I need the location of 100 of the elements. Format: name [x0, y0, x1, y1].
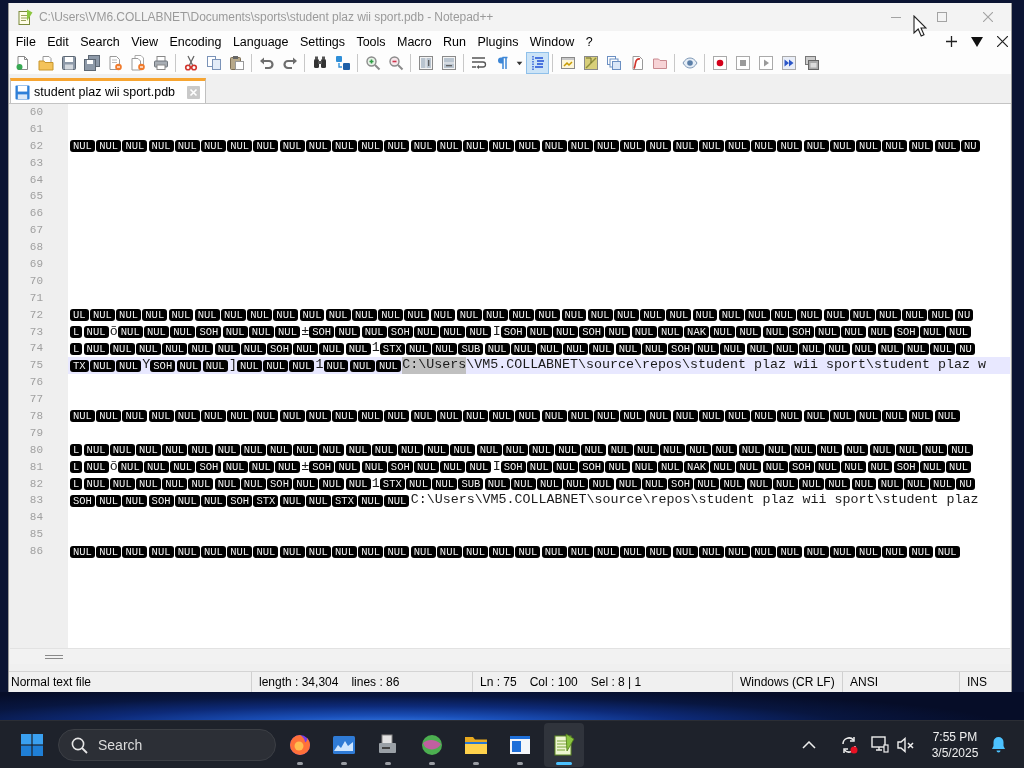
indent-guide-button[interactable] — [526, 52, 549, 74]
control-char-token: NUL — [201, 545, 226, 558]
zoom-out-icon — [387, 55, 404, 71]
menu-item[interactable]: Encoding — [163, 34, 228, 49]
caret-icon[interactable] — [971, 36, 983, 47]
control-char-token: NUL — [248, 326, 274, 338]
control-char-token: NUL — [148, 140, 174, 153]
bell-icon[interactable] — [991, 736, 1006, 753]
control-char-token: SOH — [196, 326, 222, 338]
menu-item[interactable]: Window — [524, 34, 580, 49]
code-text: ] — [228, 357, 237, 375]
control-char-token: NUL — [745, 309, 770, 322]
control-char-token: SUB — [458, 342, 484, 355]
control-char-token: NUL — [482, 309, 508, 322]
pages-badge-icon — [129, 55, 146, 71]
menu-item[interactable]: ? — [579, 34, 599, 49]
control-char-token: NUL — [279, 410, 305, 423]
file-tab[interactable]: student plaz wii sport.pdb — [10, 78, 207, 103]
control-char-token: NUL — [406, 478, 431, 491]
control-char-token: NUL — [672, 545, 698, 558]
plus-icon[interactable] — [946, 36, 957, 47]
sync-badge-icon[interactable] — [840, 735, 858, 754]
control-char-token: NUL — [83, 478, 109, 491]
control-char-token: NUL — [414, 461, 439, 474]
control-char-token: NUL — [466, 326, 492, 338]
line-number: 76 — [28, 375, 44, 391]
control-char-token: NUL — [771, 309, 797, 322]
play-icon — [757, 55, 774, 71]
control-char-token: NUL — [882, 545, 908, 558]
search-field[interactable]: Search — [58, 728, 276, 761]
control-char-token: NUL — [414, 326, 439, 338]
notepad-icon — [17, 9, 33, 25]
control-char-token: NUL — [83, 461, 109, 474]
control-char-token: NUL — [275, 326, 300, 338]
control-char-token: NUL — [109, 478, 135, 491]
control-char-token: NUL — [803, 140, 829, 153]
control-char-token: NUL — [227, 545, 253, 558]
stop-icon — [734, 55, 751, 71]
menu-item[interactable]: Macro — [391, 34, 438, 49]
chevron-up-icon[interactable] — [802, 740, 816, 749]
folder-page-icon — [37, 55, 54, 71]
control-char-token: NUL — [202, 359, 228, 372]
menu-item[interactable]: File — [10, 34, 42, 49]
eye-icon — [681, 55, 698, 71]
menu-item[interactable]: Run — [437, 34, 472, 49]
menu-item[interactable]: Tools — [350, 34, 392, 49]
control-char-token: NUL — [799, 478, 824, 491]
control-char-token: NUL — [450, 444, 476, 457]
undo-arrow-icon — [258, 55, 275, 71]
code-text: 1 — [371, 475, 380, 493]
control-char-token: NUL — [384, 494, 410, 507]
control-char-token: NUL — [615, 478, 641, 491]
control-char-token: NUL — [463, 545, 488, 558]
line-number: 81 — [28, 459, 44, 475]
control-char-token: NUL — [567, 545, 593, 558]
control-char-token: NUL — [856, 410, 881, 423]
control-char-token: NUL — [476, 444, 502, 457]
control-char-token: NUL — [825, 478, 851, 491]
control-char-token: SOH — [893, 326, 919, 338]
control-char-token: NUL — [666, 309, 692, 322]
control-char-token: NUL — [201, 140, 226, 153]
control-char-token: NUL — [803, 410, 829, 423]
control-char-token: NUL — [764, 444, 790, 457]
control-char-token: NUL — [70, 545, 95, 558]
menu-item[interactable]: Plugins — [471, 34, 525, 49]
control-char-token: NUL — [410, 410, 436, 423]
control-char-token: NUL — [633, 444, 659, 457]
control-char-token: NUL — [515, 410, 541, 423]
control-char-token: NUL — [563, 478, 589, 491]
control-char-token: NUL — [227, 410, 253, 423]
control-char-token: SOH — [267, 342, 292, 355]
menu-item[interactable]: Search — [74, 34, 126, 49]
control-char-token: NUL — [410, 140, 436, 153]
line-number: 63 — [28, 155, 44, 171]
control-char-token: NUL — [908, 410, 934, 423]
control-char-token: NUL — [305, 140, 331, 153]
control-char-token: NUL — [430, 309, 456, 322]
control-char-token: NUL — [725, 545, 750, 558]
control-char-token: SOH — [788, 461, 814, 474]
control-char-token: NUL — [240, 444, 266, 457]
minimize-icon — [891, 16, 901, 18]
speaker-muted-icon[interactable] — [897, 736, 915, 753]
control-char-token: NUL — [751, 410, 777, 423]
taskbar-app-button[interactable] — [544, 722, 584, 767]
control-char-token: NUL — [555, 444, 581, 457]
menu-item[interactable]: Language — [227, 34, 295, 49]
control-char-token: NUL — [89, 359, 115, 372]
menu-item[interactable]: Edit — [41, 34, 75, 49]
control-char-token: NUL — [484, 342, 510, 355]
close-icon[interactable] — [997, 36, 1008, 47]
monitor-icon[interactable] — [871, 736, 889, 753]
line-number: 64 — [28, 172, 44, 188]
menu-item[interactable]: Settings — [294, 34, 351, 49]
menu-item[interactable]: View — [125, 34, 164, 49]
record-icon — [711, 55, 728, 71]
clock-button[interactable]: 7:55 PM 3/5/2025 — [927, 728, 983, 761]
tiles-icon — [21, 733, 43, 756]
close-icon — [983, 12, 993, 22]
line-number: 74 — [28, 341, 44, 357]
control-char-token: SOH — [893, 461, 919, 474]
